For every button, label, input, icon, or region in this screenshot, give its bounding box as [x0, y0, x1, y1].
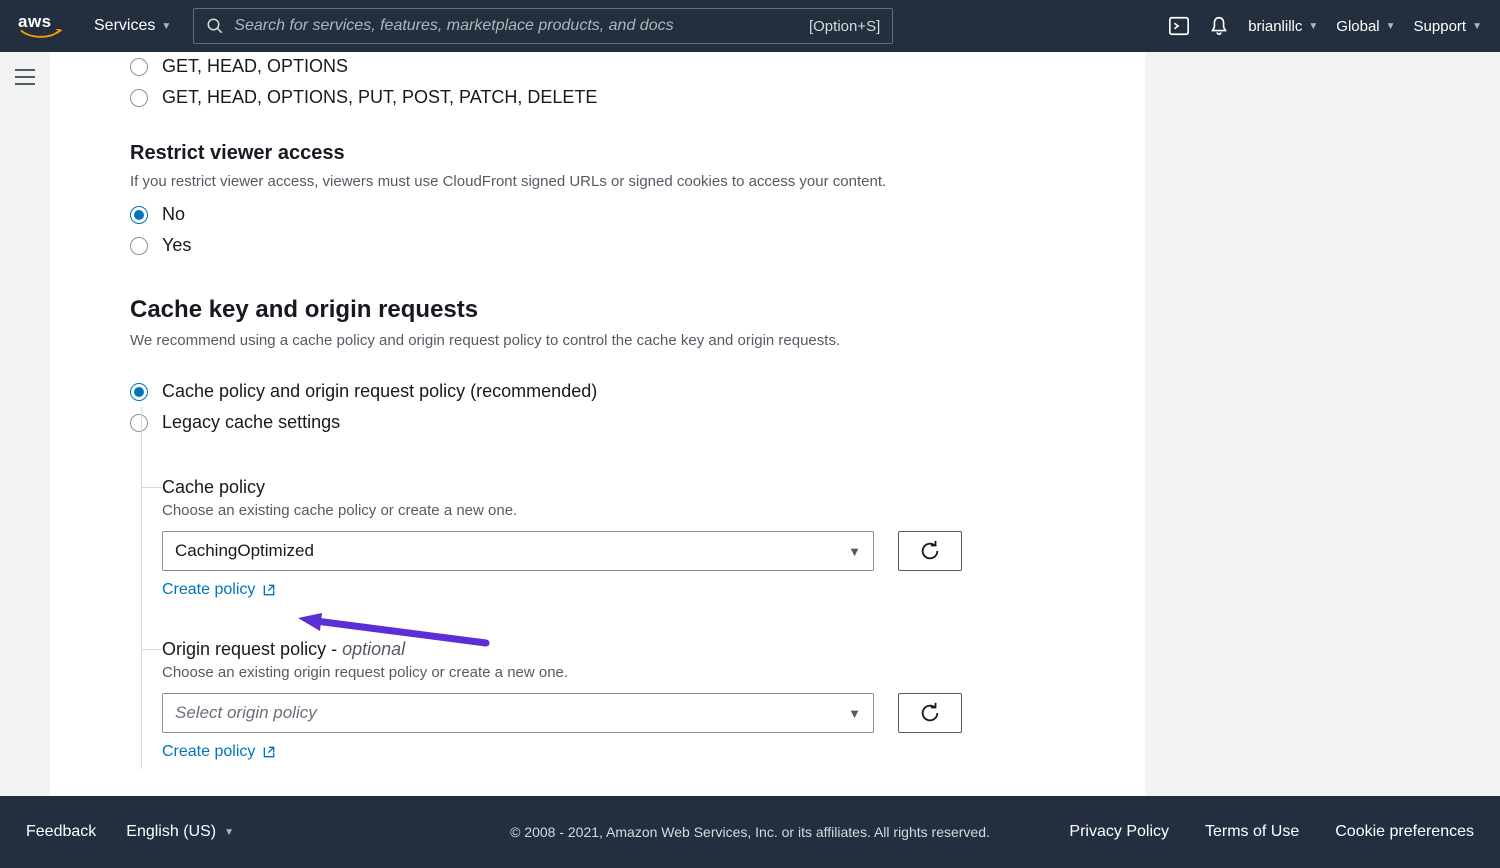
search-icon: [206, 17, 224, 35]
form-content: GET, HEAD, OPTIONS GET, HEAD, OPTIONS, P…: [50, 56, 1145, 791]
tree-line: [141, 407, 142, 769]
restrict-no-label: No: [162, 204, 185, 225]
language-label: English (US): [126, 823, 216, 841]
cache-policy-refresh-button[interactable]: [898, 531, 962, 571]
origin-policy-label: Origin request policy - optional: [162, 639, 1065, 660]
account-menu[interactable]: brianlillc ▼: [1248, 18, 1318, 35]
link-text: Create policy: [162, 581, 255, 599]
side-panel-toggle[interactable]: [14, 68, 36, 86]
search-shortcut: [Option+S]: [809, 18, 880, 35]
cache-policy-hint: Choose an existing cache policy or creat…: [162, 502, 1065, 519]
origin-policy-refresh-button[interactable]: [898, 693, 962, 733]
aws-logo[interactable]: aws: [18, 13, 64, 39]
cookie-link[interactable]: Cookie preferences: [1335, 823, 1474, 841]
http-methods-option-3[interactable]: GET, HEAD, OPTIONS, PUT, POST, PATCH, DE…: [130, 87, 1065, 108]
restrict-no-option[interactable]: No: [130, 204, 1065, 225]
radio-icon: [130, 414, 148, 432]
feedback-link[interactable]: Feedback: [26, 823, 96, 841]
topnav-right: brianlillc ▼ Global ▼ Support ▼: [1168, 15, 1482, 37]
region-menu[interactable]: Global ▼: [1336, 18, 1395, 35]
radio-icon: [130, 206, 148, 224]
caret-down-icon: ▼: [1472, 21, 1482, 32]
http-methods-label: GET, HEAD, OPTIONS, PUT, POST, PATCH, DE…: [162, 87, 597, 108]
services-label: Services: [94, 17, 155, 35]
tree-connector: [141, 649, 162, 650]
origin-policy-hint: Choose an existing origin request policy…: [162, 664, 1065, 681]
external-link-icon: [261, 582, 277, 598]
caret-down-icon: ▼: [161, 21, 171, 32]
restrict-viewer-title: Restrict viewer access: [130, 142, 1065, 165]
cache-section-desc: We recommend using a cache policy and or…: [130, 330, 1065, 351]
caret-down-icon: ▼: [224, 827, 234, 838]
terms-link[interactable]: Terms of Use: [1205, 823, 1299, 841]
origin-policy-placeholder: Select origin policy: [175, 703, 317, 723]
radio-icon: [130, 58, 148, 76]
create-cache-policy-link[interactable]: Create policy: [162, 581, 277, 599]
restrict-viewer-desc: If you restrict viewer access, viewers m…: [130, 171, 1065, 192]
search-input[interactable]: [234, 17, 799, 35]
origin-policy-select[interactable]: Select origin policy ▼: [162, 693, 874, 733]
cache-policy-value: CachingOptimized: [175, 541, 314, 561]
console-footer: Feedback English (US) ▼ © 2008 - 2021, A…: [0, 796, 1500, 868]
caret-down-icon: ▼: [848, 706, 861, 721]
account-label: brianlillc: [1248, 18, 1302, 35]
copyright-text: © 2008 - 2021, Amazon Web Services, Inc.…: [510, 824, 990, 840]
external-link-icon: [261, 744, 277, 760]
refresh-icon: [919, 702, 941, 724]
support-label: Support: [1414, 18, 1467, 35]
cache-policy-field: Cache policy Choose an existing cache po…: [162, 477, 1065, 599]
restrict-yes-label: Yes: [162, 235, 191, 256]
region-label: Global: [1336, 18, 1379, 35]
tree-connector: [141, 487, 162, 488]
main-panel: GET, HEAD, OPTIONS GET, HEAD, OPTIONS, P…: [50, 52, 1145, 796]
global-search[interactable]: [Option+S]: [193, 8, 893, 44]
radio-icon: [130, 383, 148, 401]
top-nav: aws Services ▼ [Option+S] brianlillc ▼ G…: [0, 0, 1500, 52]
radio-icon: [130, 89, 148, 107]
radio-icon: [130, 237, 148, 255]
cache-policy-label: Cache policy: [162, 477, 1065, 498]
cache-policy-select[interactable]: CachingOptimized ▼: [162, 531, 874, 571]
origin-request-policy-field: Origin request policy - optional Choose …: [162, 639, 1065, 761]
cache-section-title: Cache key and origin requests: [130, 296, 1065, 324]
caret-down-icon: ▼: [1308, 21, 1318, 32]
aws-logo-text: aws: [18, 13, 52, 30]
cache-mode-label: Legacy cache settings: [162, 412, 340, 433]
refresh-icon: [919, 540, 941, 562]
notifications-icon[interactable]: [1208, 15, 1230, 37]
cache-policy-mode-legacy[interactable]: Legacy cache settings: [130, 412, 1065, 433]
language-selector[interactable]: English (US) ▼: [126, 823, 234, 841]
cache-policy-mode-recommended[interactable]: Cache policy and origin request policy (…: [130, 381, 1065, 402]
restrict-yes-option[interactable]: Yes: [130, 235, 1065, 256]
cloudshell-icon[interactable]: [1168, 15, 1190, 37]
cache-mode-label: Cache policy and origin request policy (…: [162, 381, 597, 402]
caret-down-icon: ▼: [1386, 21, 1396, 32]
link-text: Create policy: [162, 743, 255, 761]
caret-down-icon: ▼: [848, 544, 861, 559]
http-methods-option-2[interactable]: GET, HEAD, OPTIONS: [130, 56, 1065, 77]
support-menu[interactable]: Support ▼: [1414, 18, 1482, 35]
services-menu[interactable]: Services ▼: [94, 17, 171, 35]
create-origin-policy-link[interactable]: Create policy: [162, 743, 277, 761]
aws-smile-icon: [18, 29, 64, 39]
privacy-link[interactable]: Privacy Policy: [1069, 823, 1169, 841]
http-methods-label: GET, HEAD, OPTIONS: [162, 56, 348, 77]
